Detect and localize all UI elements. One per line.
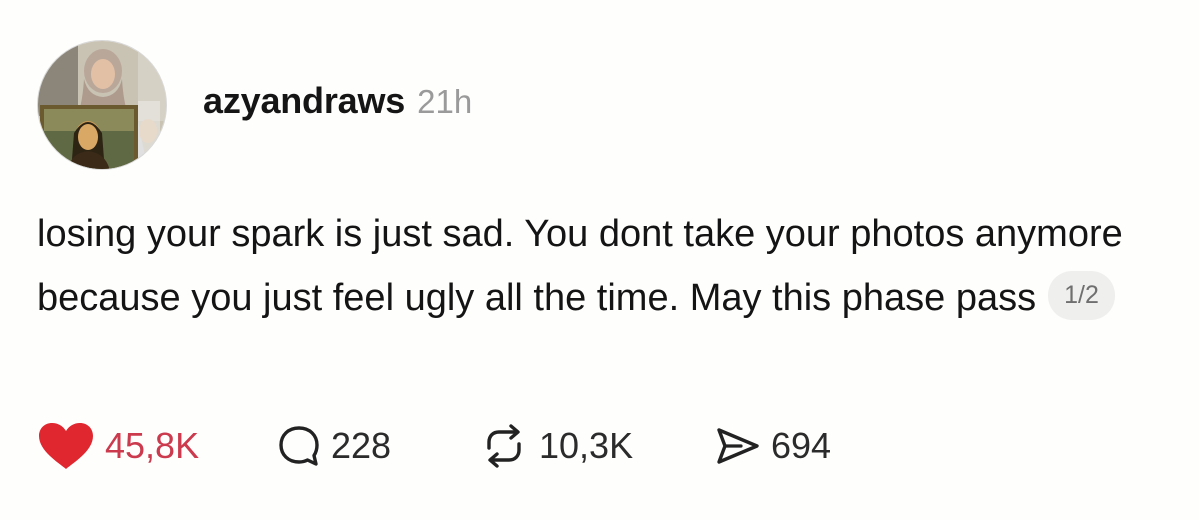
reply-button[interactable]: 228 [277,424,479,468]
repost-count: 10,3K [539,425,634,466]
heart-icon [37,421,95,471]
share-count: 694 [771,425,832,466]
speech-bubble-icon [277,424,321,468]
post-timestamp: 21h [417,83,473,120]
avatar[interactable] [37,40,167,170]
repost-button[interactable]: 10,3K [479,424,715,468]
reply-count: 228 [331,425,392,466]
repost-arrows-icon [479,424,529,468]
post-header: azyandraws 21h [203,80,472,124]
paper-plane-icon [715,424,761,468]
avatar-image [38,41,166,169]
like-button[interactable]: 45,8K [37,421,277,471]
like-count: 45,8K [105,425,200,466]
thread-post: azyandraws 21h losing your spark is just… [0,0,1199,520]
page-indicator[interactable]: 1/2 [1048,271,1115,321]
post-body: losing your spark is just sad. You dont … [37,202,1177,330]
post-text: losing your spark is just sad. You dont … [37,213,1123,319]
action-bar: 45,8K 228 10,3K 694 [37,418,831,474]
username[interactable]: azyandraws [203,80,405,122]
share-button[interactable]: 694 [715,424,831,468]
